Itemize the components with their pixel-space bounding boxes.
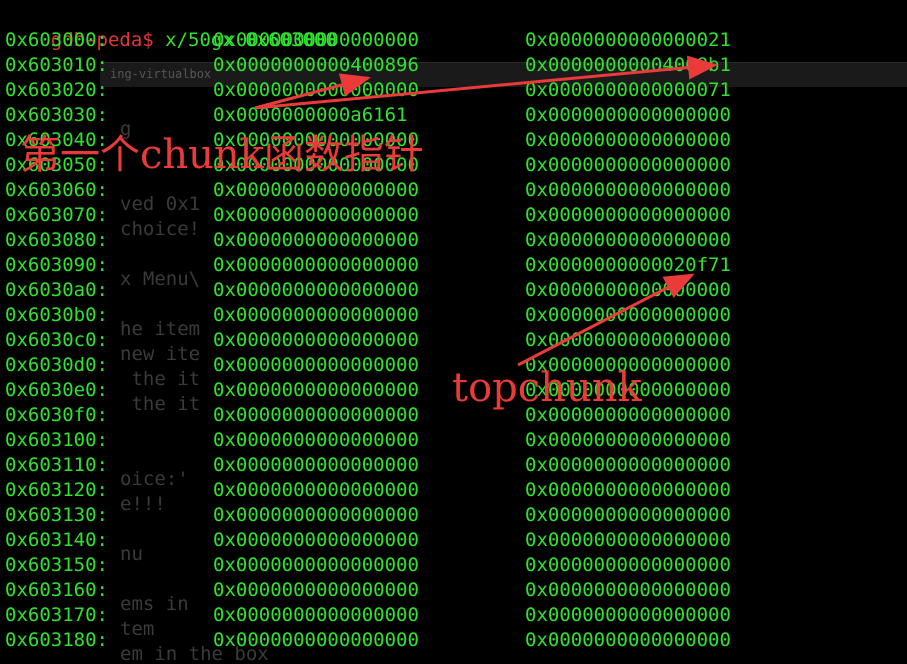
first-chunk-annotation: 第一个chunk函数指针 bbox=[20, 132, 424, 178]
topchunk-annotation: topchunk bbox=[452, 365, 642, 411]
annotation-arrows bbox=[254, 55, 718, 367]
terminal-window[interactable]: ing-virtualbox g ved 0x1 choice! x Menu\… bbox=[0, 0, 907, 664]
arrow-icon bbox=[254, 55, 718, 110]
arrow-icon bbox=[517, 273, 695, 367]
